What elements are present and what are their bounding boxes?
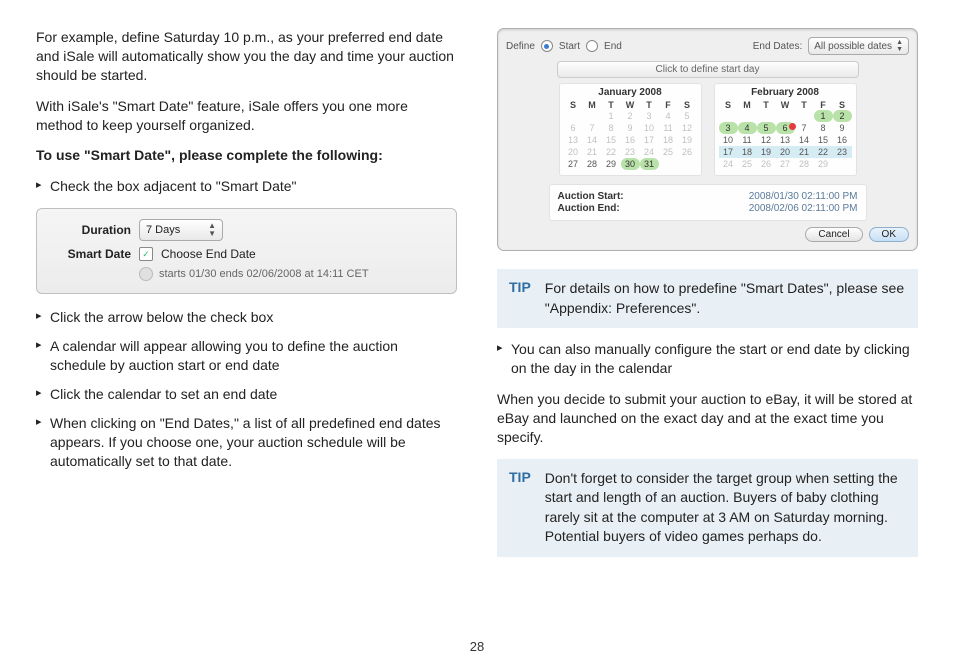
dow: T [795, 100, 814, 110]
step-item: Check the box adjacent to "Smart Date" [36, 177, 457, 196]
click-hint-bar[interactable]: Click to define start day [557, 61, 859, 78]
duration-label: Duration [49, 223, 131, 237]
step-item: Click the calendar to set an end date [36, 385, 457, 404]
dow: M [583, 100, 602, 110]
month-title: February 2008 [719, 87, 852, 98]
select-arrows-icon: ▲▼ [208, 222, 216, 238]
smartdate-panel: Duration 7 Days ▲▼ Smart Date ✓ Choose E… [36, 208, 457, 294]
end-dates-select[interactable]: All possible dates ▲▼ [808, 37, 909, 55]
dow: S [564, 100, 583, 110]
dow: F [659, 100, 678, 110]
select-arrows-icon: ▲▼ [896, 39, 903, 53]
month-february: February 2008 S M T W T F S 12 3456789 [714, 83, 857, 176]
dow: T [757, 100, 776, 110]
intro-para-1: For example, define Saturday 10 p.m., as… [36, 28, 457, 85]
month-january: January 2008 S M T W T F S 12345 6789101… [559, 83, 702, 176]
auction-end-label: Auction End: [558, 203, 620, 214]
auction-start-value: 2008/01/30 02:11:00 PM [749, 191, 858, 202]
bullet-item: You can also manually configure the star… [497, 340, 918, 378]
dow: T [640, 100, 659, 110]
smartdate-subtext: starts 01/30 ends 02/06/2008 at 14:11 CE… [159, 268, 369, 280]
calendar-grid[interactable]: S M T W T F S 12 3456789 10111213141516 … [719, 100, 852, 170]
step-item: A calendar will appear allowing you to d… [36, 337, 457, 375]
cancel-button[interactable]: Cancel [805, 227, 862, 242]
define-label: Define [506, 41, 535, 52]
calendar-grid[interactable]: S M T W T F S 12345 6789101112 131415161… [564, 100, 697, 170]
tip-box: TIP Don't forget to consider the target … [497, 459, 918, 557]
dow: F [814, 100, 833, 110]
dow: T [602, 100, 621, 110]
calendar-dialog: Define Start End End Dates: All possible… [497, 28, 918, 251]
right-column: Define Start End End Dates: All possible… [497, 28, 918, 569]
left-column: For example, define Saturday 10 p.m., as… [36, 28, 457, 569]
smartdate-label: Smart Date [49, 247, 131, 261]
tip-body: For details on how to predefine "Smart D… [545, 279, 906, 318]
tip-label: TIP [509, 469, 531, 547]
auction-times: Auction Start: 2008/01/30 02:11:00 PM Au… [549, 184, 867, 221]
step-item: Click the arrow below the check box [36, 308, 457, 327]
define-start-radio[interactable] [541, 40, 553, 52]
auction-start-label: Auction Start: [558, 191, 624, 202]
intro-para-2: With iSale's "Smart Date" feature, iSale… [36, 97, 457, 135]
step-item: When clicking on "End Dates," a list of … [36, 414, 457, 471]
dow: S [719, 100, 738, 110]
end-dates-value: All possible dates [814, 41, 892, 52]
duration-select[interactable]: 7 Days ▲▼ [139, 219, 223, 241]
tip-box: TIP For details on how to predefine "Sma… [497, 269, 918, 328]
dow: S [833, 100, 852, 110]
month-title: January 2008 [564, 87, 697, 98]
ok-button[interactable]: OK [869, 227, 909, 242]
dow: S [678, 100, 697, 110]
duration-value: 7 Days [146, 224, 180, 236]
tip-body: Don't forget to consider the target grou… [545, 469, 906, 547]
disclosure-icon[interactable] [139, 267, 153, 281]
auction-end-value: 2008/02/06 02:11:00 PM [749, 203, 858, 214]
page-number: 28 [0, 639, 954, 654]
end-dates-label: End Dates: [753, 41, 802, 52]
end-label: End [604, 41, 622, 52]
dow: W [621, 100, 640, 110]
dow: M [738, 100, 757, 110]
steps-heading: To use "Smart Date", please complete the… [36, 146, 457, 165]
smartdate-checkbox[interactable]: ✓ [139, 247, 153, 261]
dow: W [776, 100, 795, 110]
define-end-radio[interactable] [586, 40, 598, 52]
submit-para: When you decide to submit your auction t… [497, 390, 918, 447]
start-label: Start [559, 41, 580, 52]
choose-end-label: Choose End Date [161, 247, 256, 261]
tip-label: TIP [509, 279, 531, 318]
